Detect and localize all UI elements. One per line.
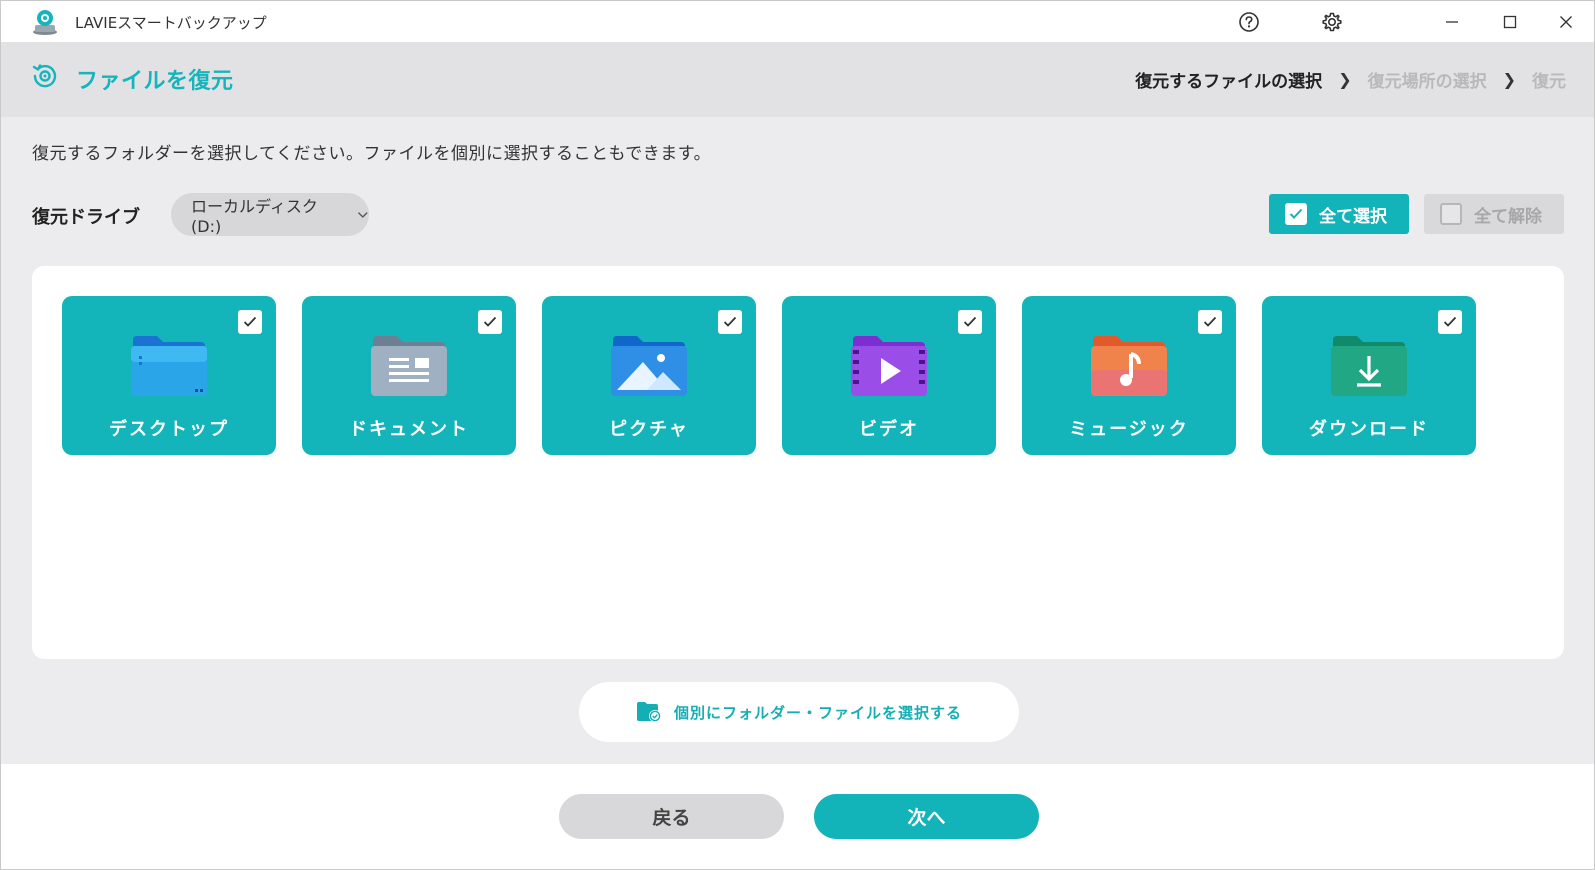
- folder-tile-desktop[interactable]: デスクトップ: [62, 296, 276, 455]
- deselect-all-label: 全て解除: [1474, 206, 1542, 227]
- help-icon: [1239, 12, 1259, 32]
- documents-folder-icon: [371, 336, 447, 396]
- page-title: ファイルを復元: [76, 69, 234, 94]
- next-button[interactable]: 次へ: [814, 794, 1039, 839]
- deselect-all-button[interactable]: 全て解除: [1424, 194, 1564, 234]
- minimize-icon: [1446, 21, 1458, 23]
- select-individual-button[interactable]: 個別にフォルダー・ファイルを選択する: [579, 682, 1019, 742]
- chevron-right-icon: ❯: [1502, 70, 1516, 89]
- select-individual-label: 個別にフォルダー・ファイルを選択する: [673, 703, 962, 722]
- chevron-down-icon: [358, 211, 369, 218]
- chevron-right-icon: ❯: [1338, 70, 1352, 89]
- title-bar: LAVIEスマートバックアップ: [1, 1, 1594, 42]
- folder-tile-music[interactable]: ミュージック: [1022, 296, 1236, 455]
- drive-dropdown-value: ローカルディスク (D:): [191, 197, 318, 236]
- checkbox-empty-icon: [1440, 203, 1462, 225]
- desktop-folder-icon: [131, 336, 207, 396]
- folder-label: ドキュメント: [349, 419, 469, 440]
- folder-tile-videos[interactable]: ビデオ: [782, 296, 996, 455]
- folder-label: ダウンロード: [1309, 419, 1429, 440]
- checkbox-checked-icon[interactable]: [1438, 310, 1462, 334]
- folder-label: ビデオ: [859, 419, 919, 440]
- breadcrumb: 復元するファイルの選択 ❯ 復元場所の選択 ❯ 復元: [1135, 67, 1566, 92]
- select-all-button[interactable]: 全て選択: [1269, 194, 1409, 234]
- step-select-files: 復元するファイルの選択: [1135, 72, 1323, 92]
- select-all-label: 全て選択: [1319, 206, 1387, 227]
- checkbox-checked-icon[interactable]: [238, 310, 262, 334]
- close-icon: [1560, 16, 1572, 28]
- step-restore: 復元: [1532, 72, 1566, 92]
- folder-label: ミュージック: [1069, 419, 1189, 440]
- instruction-text: 復元するフォルダーを選択してください。ファイルを個別に選択することもできます。: [32, 144, 712, 164]
- step-select-location: 復元場所の選択: [1367, 72, 1487, 92]
- maximize-button[interactable]: [1495, 7, 1525, 37]
- downloads-folder-icon: [1331, 336, 1407, 396]
- folder-tile-pictures[interactable]: ピクチャ: [542, 296, 756, 455]
- pictures-folder-icon: [611, 336, 687, 396]
- folder-check-icon: [636, 702, 661, 722]
- folder-label: デスクトップ: [109, 419, 229, 440]
- restore-icon: [32, 64, 57, 88]
- folder-tile-documents[interactable]: ドキュメント: [302, 296, 516, 455]
- videos-folder-icon: [851, 336, 927, 396]
- drive-label: 復元ドライブ: [32, 207, 140, 228]
- checkbox-checked-icon: [1285, 203, 1307, 225]
- checkbox-checked-icon[interactable]: [958, 310, 982, 334]
- drive-dropdown[interactable]: ローカルディスク (D:): [171, 193, 369, 236]
- back-button[interactable]: 戻る: [559, 794, 784, 839]
- checkbox-checked-icon[interactable]: [718, 310, 742, 334]
- app-title: LAVIEスマートバックアップ: [75, 14, 267, 32]
- gear-icon: [1322, 12, 1342, 32]
- folder-tile-downloads[interactable]: ダウンロード: [1262, 296, 1476, 455]
- checkbox-checked-icon[interactable]: [1198, 310, 1222, 334]
- settings-button[interactable]: [1317, 7, 1347, 37]
- help-button[interactable]: [1234, 7, 1264, 37]
- app-window: LAVIEスマートバックアップ ファイルを復元 復元するファイルの選択 ❯ 復元…: [0, 0, 1595, 870]
- folder-label: ピクチャ: [609, 419, 689, 440]
- maximize-icon: [1503, 15, 1517, 29]
- page-header: ファイルを復元 復元するファイルの選択 ❯ 復元場所の選択 ❯ 復元: [1, 42, 1594, 117]
- footer: 戻る 次へ: [1, 764, 1594, 869]
- music-folder-icon: [1091, 336, 1167, 396]
- folder-panel: デスクトップ ドキュメント ピクチャ ビデオ ミュージック ダウンロード: [32, 266, 1564, 659]
- minimize-button[interactable]: [1437, 7, 1467, 37]
- checkbox-checked-icon[interactable]: [478, 310, 502, 334]
- app-logo-icon: [33, 10, 57, 35]
- close-button[interactable]: [1551, 7, 1581, 37]
